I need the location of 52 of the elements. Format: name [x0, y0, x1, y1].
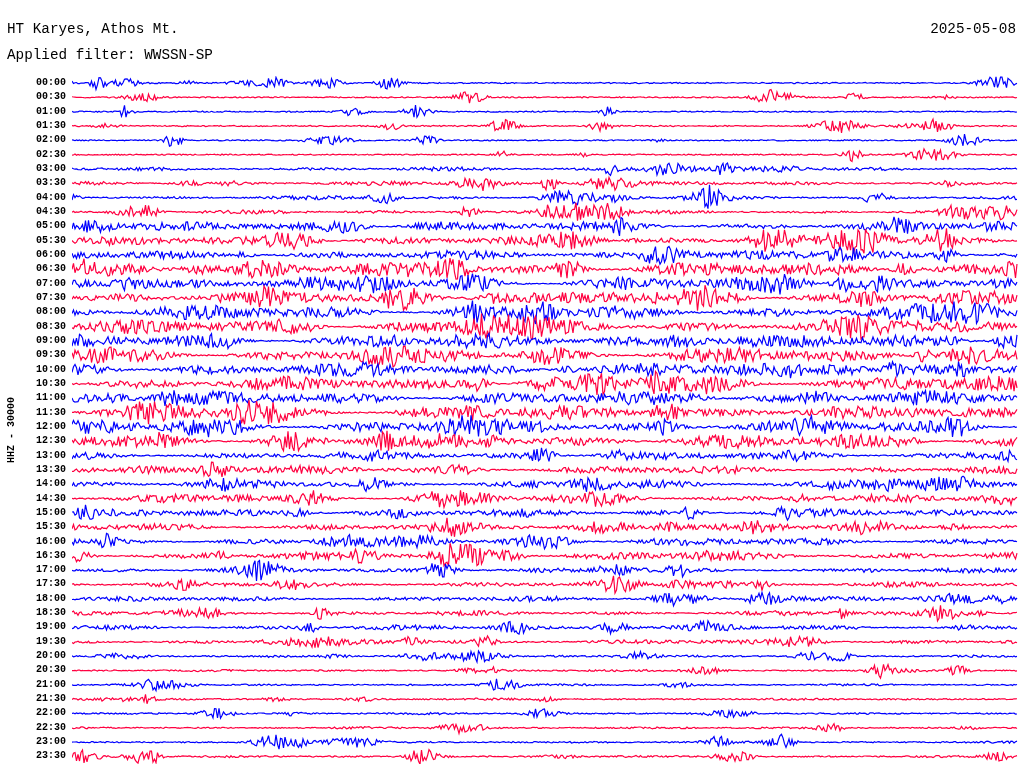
time-label: 06:30: [36, 262, 66, 277]
time-label: 12:00: [36, 419, 66, 434]
time-label: 22:30: [36, 720, 66, 735]
time-label: 00:00: [36, 76, 66, 90]
time-label: 22:00: [36, 706, 66, 721]
time-label: 06:00: [36, 247, 66, 262]
time-label: 10:00: [36, 362, 66, 377]
time-label: 02:00: [36, 133, 66, 148]
time-label: 04:00: [36, 190, 66, 205]
time-label: 15:00: [36, 505, 66, 520]
station-title: HT Karyes, Athos Mt.: [7, 20, 179, 39]
time-label: 19:30: [36, 634, 66, 649]
time-label: 00:30: [36, 90, 66, 105]
time-label: 18:30: [36, 606, 66, 621]
time-label: 16:30: [36, 548, 66, 563]
time-label: 17:00: [36, 563, 66, 578]
time-label: 13:00: [36, 448, 66, 463]
time-label: 13:30: [36, 462, 66, 477]
date-label: 2025-05-08: [930, 20, 1016, 39]
time-label: 15:30: [36, 520, 66, 535]
time-label: 14:30: [36, 491, 66, 506]
time-label: 17:30: [36, 577, 66, 592]
time-label: 10:30: [36, 376, 66, 391]
time-label: 01:00: [36, 104, 66, 119]
time-label: 20:00: [36, 649, 66, 664]
time-label: 01:30: [36, 119, 66, 133]
time-label: 21:00: [36, 677, 66, 692]
time-label: 21:30: [36, 692, 66, 707]
time-label: 18:00: [36, 591, 66, 606]
time-label: 07:00: [36, 276, 66, 291]
time-label: 07:30: [36, 290, 66, 305]
time-label: 20:30: [36, 663, 66, 678]
time-label: 03:00: [36, 161, 66, 176]
channel-label: HHZ - 30000: [5, 397, 17, 463]
time-label: 11:30: [36, 405, 66, 420]
time-label: 05:00: [36, 219, 66, 234]
time-label: 23:00: [36, 735, 66, 750]
time-label: 12:30: [36, 434, 66, 449]
filter-label: Applied filter: WWSSN-SP: [7, 47, 213, 63]
time-label: 08:30: [36, 319, 66, 334]
time-label: 05:30: [36, 233, 66, 248]
time-label: 09:30: [36, 348, 66, 363]
time-label: 03:30: [36, 176, 66, 191]
time-label: 08:00: [36, 305, 66, 320]
time-label: 02:30: [36, 147, 66, 162]
time-label: 23:30: [36, 749, 66, 764]
time-label: 09:00: [36, 333, 66, 348]
time-label: 11:00: [36, 391, 66, 406]
time-label: 04:30: [36, 204, 66, 219]
time-label: 14:00: [36, 477, 66, 492]
time-label: 19:00: [36, 620, 66, 635]
time-label: 16:00: [36, 534, 66, 549]
